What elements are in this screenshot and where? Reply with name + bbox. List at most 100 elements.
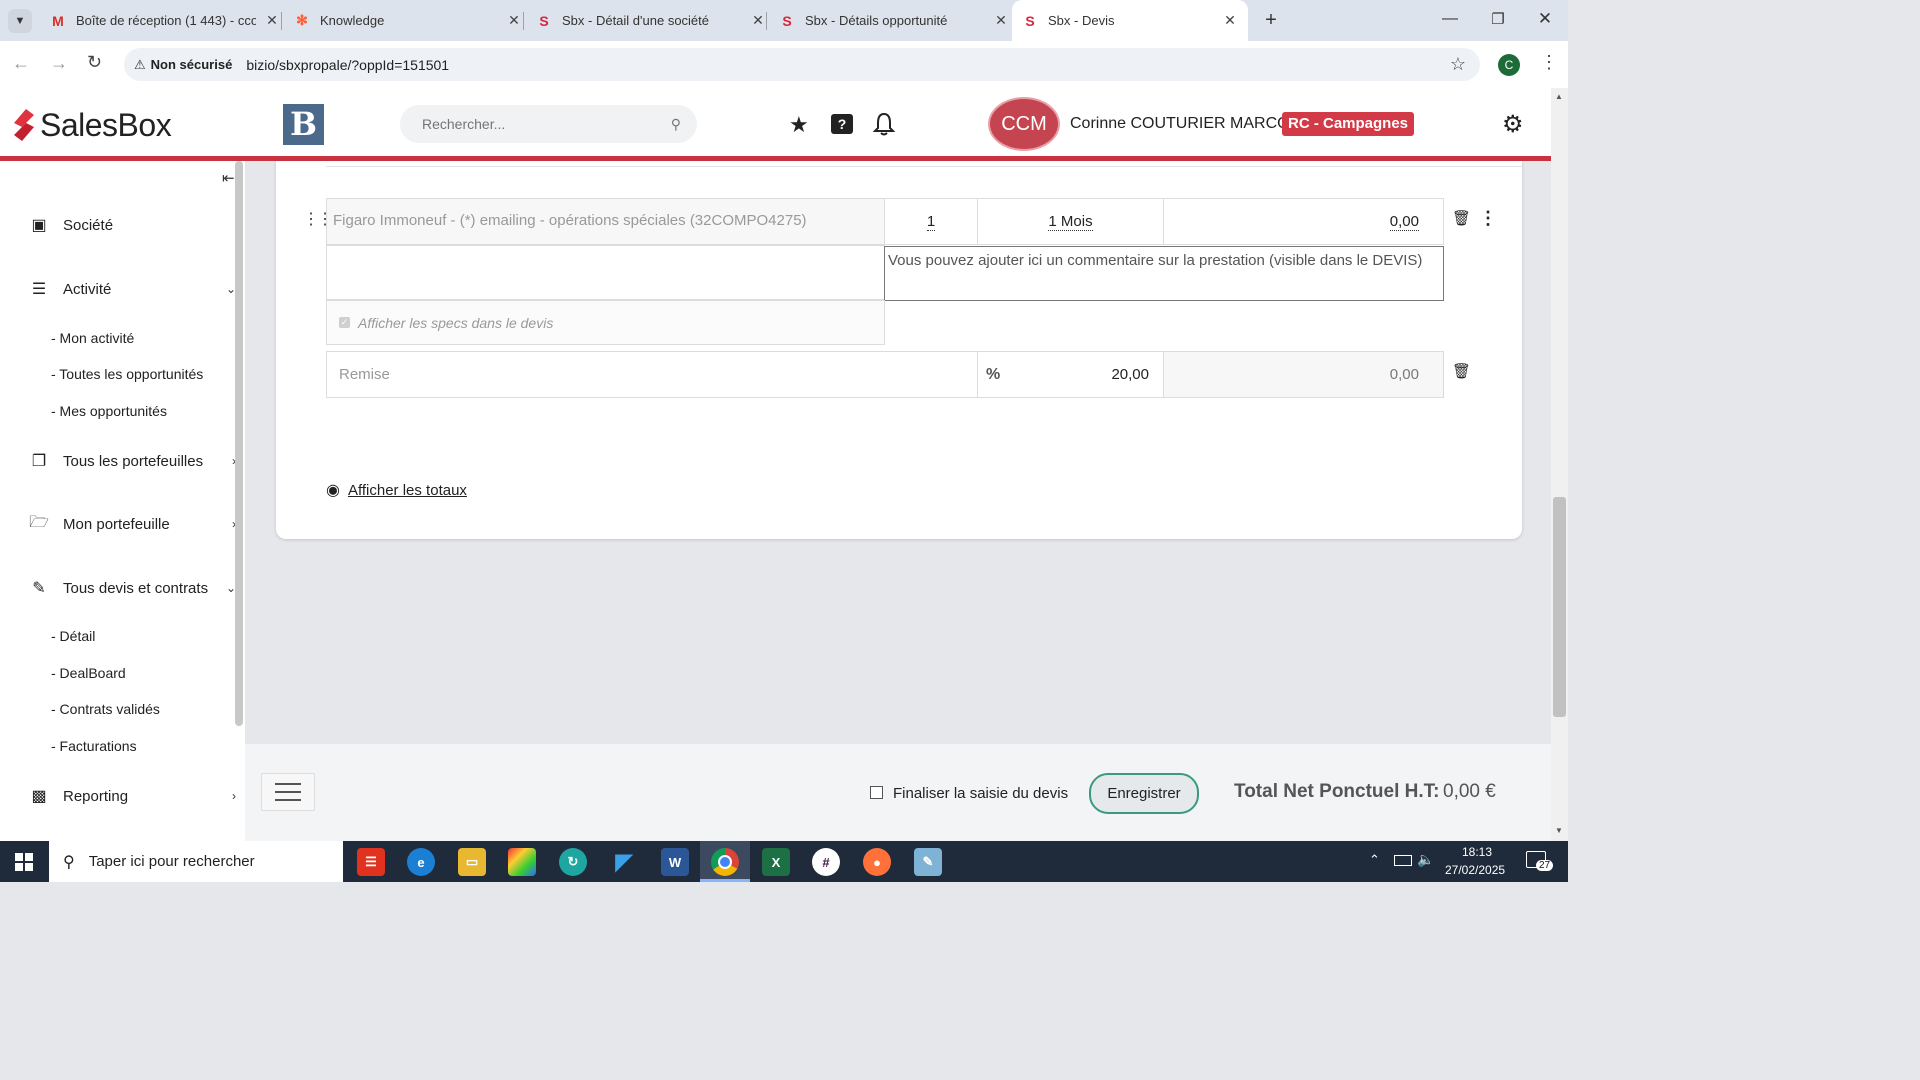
sidebar-item-devis-contrats[interactable]: ✎ Tous devis et contrats ⌄ [28,578,236,598]
salesbox-icon: S [1025,12,1035,29]
tab-search-button[interactable]: ▼ [8,9,32,33]
windows-start-icon[interactable] [15,853,33,871]
warning-icon: ⚠ [134,56,146,72]
browser-tab-devis[interactable]: S Sbx - Devis ✕ [1012,0,1248,41]
bell-icon[interactable] [872,112,896,136]
sidebar: ⇤ ▣ Société ☰ Activité ⌄ - Mon activité … [0,161,245,841]
line-amount-field[interactable]: 0,00 [1163,198,1444,245]
sidebar-item-reporting[interactable]: ▩ Reporting › [28,786,236,806]
salesbox-icon: S [782,12,792,29]
browser-tab-societe[interactable]: S Sbx - Détail d'une société ✕ [530,0,766,41]
word-icon[interactable]: W [661,848,689,876]
kebab-menu-icon[interactable]: ⋮ [1540,52,1558,73]
new-tab-button[interactable]: + [1260,9,1282,31]
search-input[interactable] [420,115,654,133]
close-icon[interactable]: ✕ [750,12,766,29]
specs-checkbox[interactable]: ✓ [339,317,350,328]
salesbox-logo[interactable]: SalesBox [10,105,172,145]
edge-icon[interactable]: e [407,848,435,876]
help-icon[interactable]: ? [831,114,853,134]
page-scrollbar-thumb[interactable] [1553,497,1566,717]
sidebar-sub-detail[interactable]: - Détail [51,628,95,644]
firefox-icon[interactable]: ● [863,848,891,876]
comment-textarea[interactable]: Vous pouvez ajouter ici un commentaire s… [884,246,1444,301]
clock-time[interactable]: 18:13 [1462,845,1492,859]
close-icon[interactable]: ✕ [993,12,1009,29]
finalize-checkbox[interactable] [870,786,883,799]
sidebar-sub-mes-opportunites[interactable]: - Mes opportunités [51,403,167,419]
finalize-label: Finaliser la saisie du devis [893,785,1069,802]
close-icon[interactable]: ✕ [506,12,522,29]
close-window-button[interactable]: ✕ [1535,9,1555,29]
arc-app-icon[interactable]: ◤ [610,848,638,876]
profile-avatar[interactable]: C [1498,54,1520,76]
page-scrollbar[interactable]: ▲ ▼ [1551,88,1568,841]
sidebar-sub-toutes-opportunites[interactable]: - Toutes les opportunités [51,366,203,382]
gear-icon[interactable]: ⚙ [1502,110,1524,139]
slack-icon[interactable]: # [812,848,840,876]
sidebar-sub-mon-activite[interactable]: - Mon activité [51,330,134,346]
salesbox-logo-icon [14,109,34,141]
user-name[interactable]: Corinne COUTURIER MARCOS [1070,115,1300,133]
battery-icon[interactable] [1394,855,1412,866]
minimize-button[interactable]: — [1440,10,1460,30]
url-text[interactable]: bizio/sbxpropale/?oppId=151501 [246,57,449,73]
collapse-sidebar-icon[interactable]: ⇤ [222,169,235,187]
discount-percent-field[interactable]: % 20,00 [977,351,1164,398]
chrome-icon[interactable] [711,848,739,876]
taskbar-search[interactable]: ⚲ Taper ici pour rechercher [49,841,343,882]
excel-icon[interactable]: X [762,848,790,876]
period-field[interactable]: 1 Mois [977,198,1164,245]
volume-icon[interactable]: 🔈 [1417,851,1434,868]
clock-date[interactable]: 27/02/2025 [1445,863,1505,877]
sidebar-sub-contrats-valides[interactable]: - Contrats validés [51,701,160,717]
quantity-field[interactable]: 1 [884,198,978,245]
favorites-star-icon[interactable]: ★ [789,112,809,138]
sync-icon[interactable]: ↻ [559,848,587,876]
browser-tab-knowledge[interactable]: ✻ Knowledge ✕ [288,0,522,41]
security-label[interactable]: Non sécurisé [151,57,233,72]
specs-textarea[interactable] [326,245,885,300]
scroll-up-icon[interactable]: ▲ [1555,92,1563,101]
app-icon-red[interactable]: ☰ [357,848,385,876]
contract-icon: ✎ [32,580,46,597]
hamburger-menu-button[interactable] [261,773,315,811]
sidebar-item-mon-portefeuille[interactable]: 🗁 Mon portefeuille › [28,514,236,534]
color-app-icon[interactable] [508,848,536,876]
address-bar[interactable]: ⚠ Non sécurisé bizio/sbxpropale/?oppId=1… [124,48,1480,81]
sidebar-item-tous-portefeuilles[interactable]: ❐ Tous les portefeuilles › [28,451,236,471]
notes-app-icon[interactable]: ✎ [914,848,942,876]
close-icon[interactable]: ✕ [264,12,280,29]
browser-tab-strip: ▼ M Boîte de réception (1 443) - cco ✕ ✻… [0,0,1568,41]
restore-button[interactable]: ❐ [1488,10,1508,30]
discount-amount-field: 0,00 [1163,351,1444,398]
sidebar-scrollbar[interactable] [235,161,243,726]
sidebar-sub-dealboard[interactable]: - DealBoard [51,665,126,681]
back-button[interactable]: ← [12,53,30,74]
sidebar-item-societe[interactable]: ▣ Société [28,215,236,235]
trash-icon[interactable]: 🗑 [1452,362,1471,380]
more-options-icon[interactable]: ⋮ [1479,208,1497,229]
reload-button[interactable]: ↻ [87,52,102,73]
forward-button[interactable]: → [50,53,68,74]
bookmark-star-icon[interactable]: ☆ [1450,54,1466,75]
search-icon[interactable]: ⚲ [671,116,681,133]
trash-icon[interactable]: 🗑 [1452,209,1471,227]
chevron-up-icon[interactable]: ⌃ [1369,852,1380,868]
app-header: SalesBox B ⚲ ★ ? CCM Corinne COUTURIER M… [0,88,1551,158]
sidebar-sub-facturations[interactable]: - Facturations [51,738,137,754]
file-explorer-icon[interactable]: ▭ [458,848,486,876]
b-logo[interactable]: B [283,104,324,145]
browser-tab-gmail[interactable]: M Boîte de réception (1 443) - cco ✕ [44,0,280,41]
chevron-down-icon: ▼ [14,15,26,27]
product-name-field[interactable]: Figaro Immoneuf - (*) emailing - opérati… [326,198,885,245]
close-icon[interactable]: ✕ [1222,12,1238,29]
discount-label-field: Remise [326,351,978,398]
show-totals-link[interactable]: ◉ Afficher les totaux [326,480,467,500]
sidebar-item-activite[interactable]: ☰ Activité ⌄ [28,279,236,299]
role-badge: RC - Campagnes [1282,112,1415,136]
user-avatar[interactable]: CCM [988,97,1060,151]
scroll-down-icon[interactable]: ▼ [1555,826,1563,835]
browser-tab-opportunite[interactable]: S Sbx - Détails opportunité ✕ [773,0,1009,41]
save-button[interactable]: Enregistrer [1089,773,1199,814]
